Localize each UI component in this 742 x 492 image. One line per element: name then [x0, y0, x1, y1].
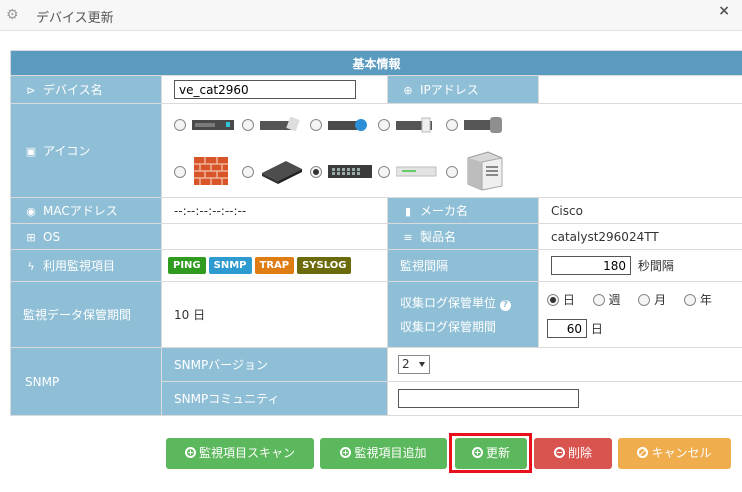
globe-icon: ⊕: [403, 84, 413, 97]
log-period-unit: 日: [590, 321, 603, 336]
retention-label: 監視データ保管期間: [10, 281, 162, 348]
image-icon: ▣: [25, 145, 37, 158]
windows-icon: ⊞: [26, 230, 36, 244]
close-icon[interactable]: ×: [718, 3, 730, 19]
ip-address-label: ⊕ IPアドレス: [387, 75, 539, 104]
section-header: 基本情報: [9, 50, 742, 76]
monitor-interval-label: 監視間隔: [387, 249, 539, 282]
icon-radio-5[interactable]: [446, 119, 458, 131]
monitor-interval-unit: 秒間隔: [637, 258, 674, 273]
log-unit-label: 収集ログ保管単位 ?: [400, 291, 538, 315]
bolt-icon: ϟ: [27, 260, 35, 273]
switch-icon: [328, 119, 367, 131]
device-form: 基本情報 ⊳デバイス名 ⊕IPアドレス ▣アイコン: [9, 50, 742, 416]
mac-address-value: --:--:--:--:--:--: [161, 197, 388, 224]
maker-label: ▮ メーカ名: [387, 197, 539, 224]
minus-circle-icon: [553, 447, 565, 458]
dialog-title: デバイス更新: [36, 11, 114, 26]
syslog-badge: SYSLOG: [297, 257, 352, 274]
update-button[interactable]: 更新: [455, 438, 527, 469]
plus-circle-icon: [340, 447, 352, 458]
snmp-badge: SNMP: [208, 257, 252, 274]
ban-icon: [637, 447, 649, 458]
icon-radio-3[interactable]: [310, 119, 322, 131]
log-unit-year-radio[interactable]: [684, 294, 697, 306]
chevron-down-icon: [419, 362, 425, 367]
scan-button[interactable]: 監視項目スキャン: [166, 438, 314, 469]
maker-value: Cisco: [537, 197, 742, 224]
os-value: [161, 223, 388, 250]
rack-server-icon: [192, 120, 234, 130]
cancel-button[interactable]: キャンセル: [618, 438, 731, 469]
ip-address-value: [537, 75, 742, 104]
mac-address-label: ◉ MACアドレス: [10, 197, 162, 224]
icon-radio-9[interactable]: [378, 166, 390, 178]
snmp-version-label: SNMPバージョン: [161, 347, 388, 382]
plus-circle-icon: [471, 447, 483, 458]
globe-icon: ◉: [26, 205, 36, 218]
icon-label: ▣ アイコン: [10, 103, 162, 198]
snmp-label: SNMP: [10, 347, 162, 416]
building-icon: ▮: [404, 205, 412, 218]
router-icon: [260, 117, 300, 132]
icon-radio-8-selected[interactable]: [310, 166, 322, 178]
icon-radio-7[interactable]: [242, 166, 254, 178]
log-period-label: 収集ログ保管期間: [400, 319, 497, 334]
gear-icon: ⚙: [6, 7, 19, 23]
ping-badge: PING: [168, 257, 206, 274]
tower-server-icon: [467, 151, 503, 191]
plus-circle-icon: [184, 447, 196, 458]
log-unit-day-radio[interactable]: [547, 294, 559, 306]
os-label: ⊞ OS: [10, 223, 162, 250]
device-info-table: 基本情報 ⊳デバイス名 ⊕IPアドレス ▣アイコン: [9, 50, 742, 416]
snmp-version-select[interactable]: 2: [398, 355, 430, 374]
log-unit-options: 日 週 月 年: [547, 286, 742, 314]
monitor-items-label: ϟ 利用監視項目: [10, 249, 162, 282]
device-name-label: ⊳ デバイス名: [10, 75, 162, 104]
product-value: catalyst296024TT: [537, 223, 742, 250]
icon-radio-6[interactable]: [174, 166, 186, 178]
nas-icon: [396, 117, 432, 133]
firewall-icon: [194, 157, 228, 185]
appliance-icon: [262, 161, 302, 184]
icon-radio-2[interactable]: [242, 119, 254, 131]
tag-icon: ⊳: [26, 84, 36, 97]
log-period-input[interactable]: [547, 319, 587, 338]
dialog-titlebar: ⚙ デバイス更新 ×: [0, 0, 742, 31]
add-monitor-button[interactable]: 監視項目追加: [320, 438, 447, 469]
log-unit-month-radio[interactable]: [638, 294, 651, 306]
retention-value: 10 日: [161, 281, 388, 348]
list-icon: ≡: [403, 231, 413, 244]
icon-picker: [160, 103, 742, 198]
device-name-input[interactable]: [174, 80, 356, 99]
log-unit-week-radio[interactable]: [592, 294, 605, 306]
icon-radio-10[interactable]: [446, 166, 458, 178]
lan-switch-icon: [328, 165, 372, 178]
snmp-community-input[interactable]: [398, 389, 579, 408]
monitor-interval-input[interactable]: [551, 256, 631, 275]
product-label: ≡ 製品名: [387, 223, 539, 250]
icon-radio-1[interactable]: [174, 119, 186, 131]
trap-badge: TRAP: [254, 257, 295, 274]
icon-radio-4[interactable]: [378, 119, 390, 131]
help-icon[interactable]: ?: [499, 299, 511, 311]
delete-button[interactable]: 削除: [534, 438, 612, 469]
storage-icon: [464, 117, 502, 133]
snmp-community-label: SNMPコミュニティ: [161, 381, 388, 416]
monitor-badges: PING SNMP TRAP SYSLOG: [161, 249, 388, 282]
hub-icon: [396, 166, 437, 177]
